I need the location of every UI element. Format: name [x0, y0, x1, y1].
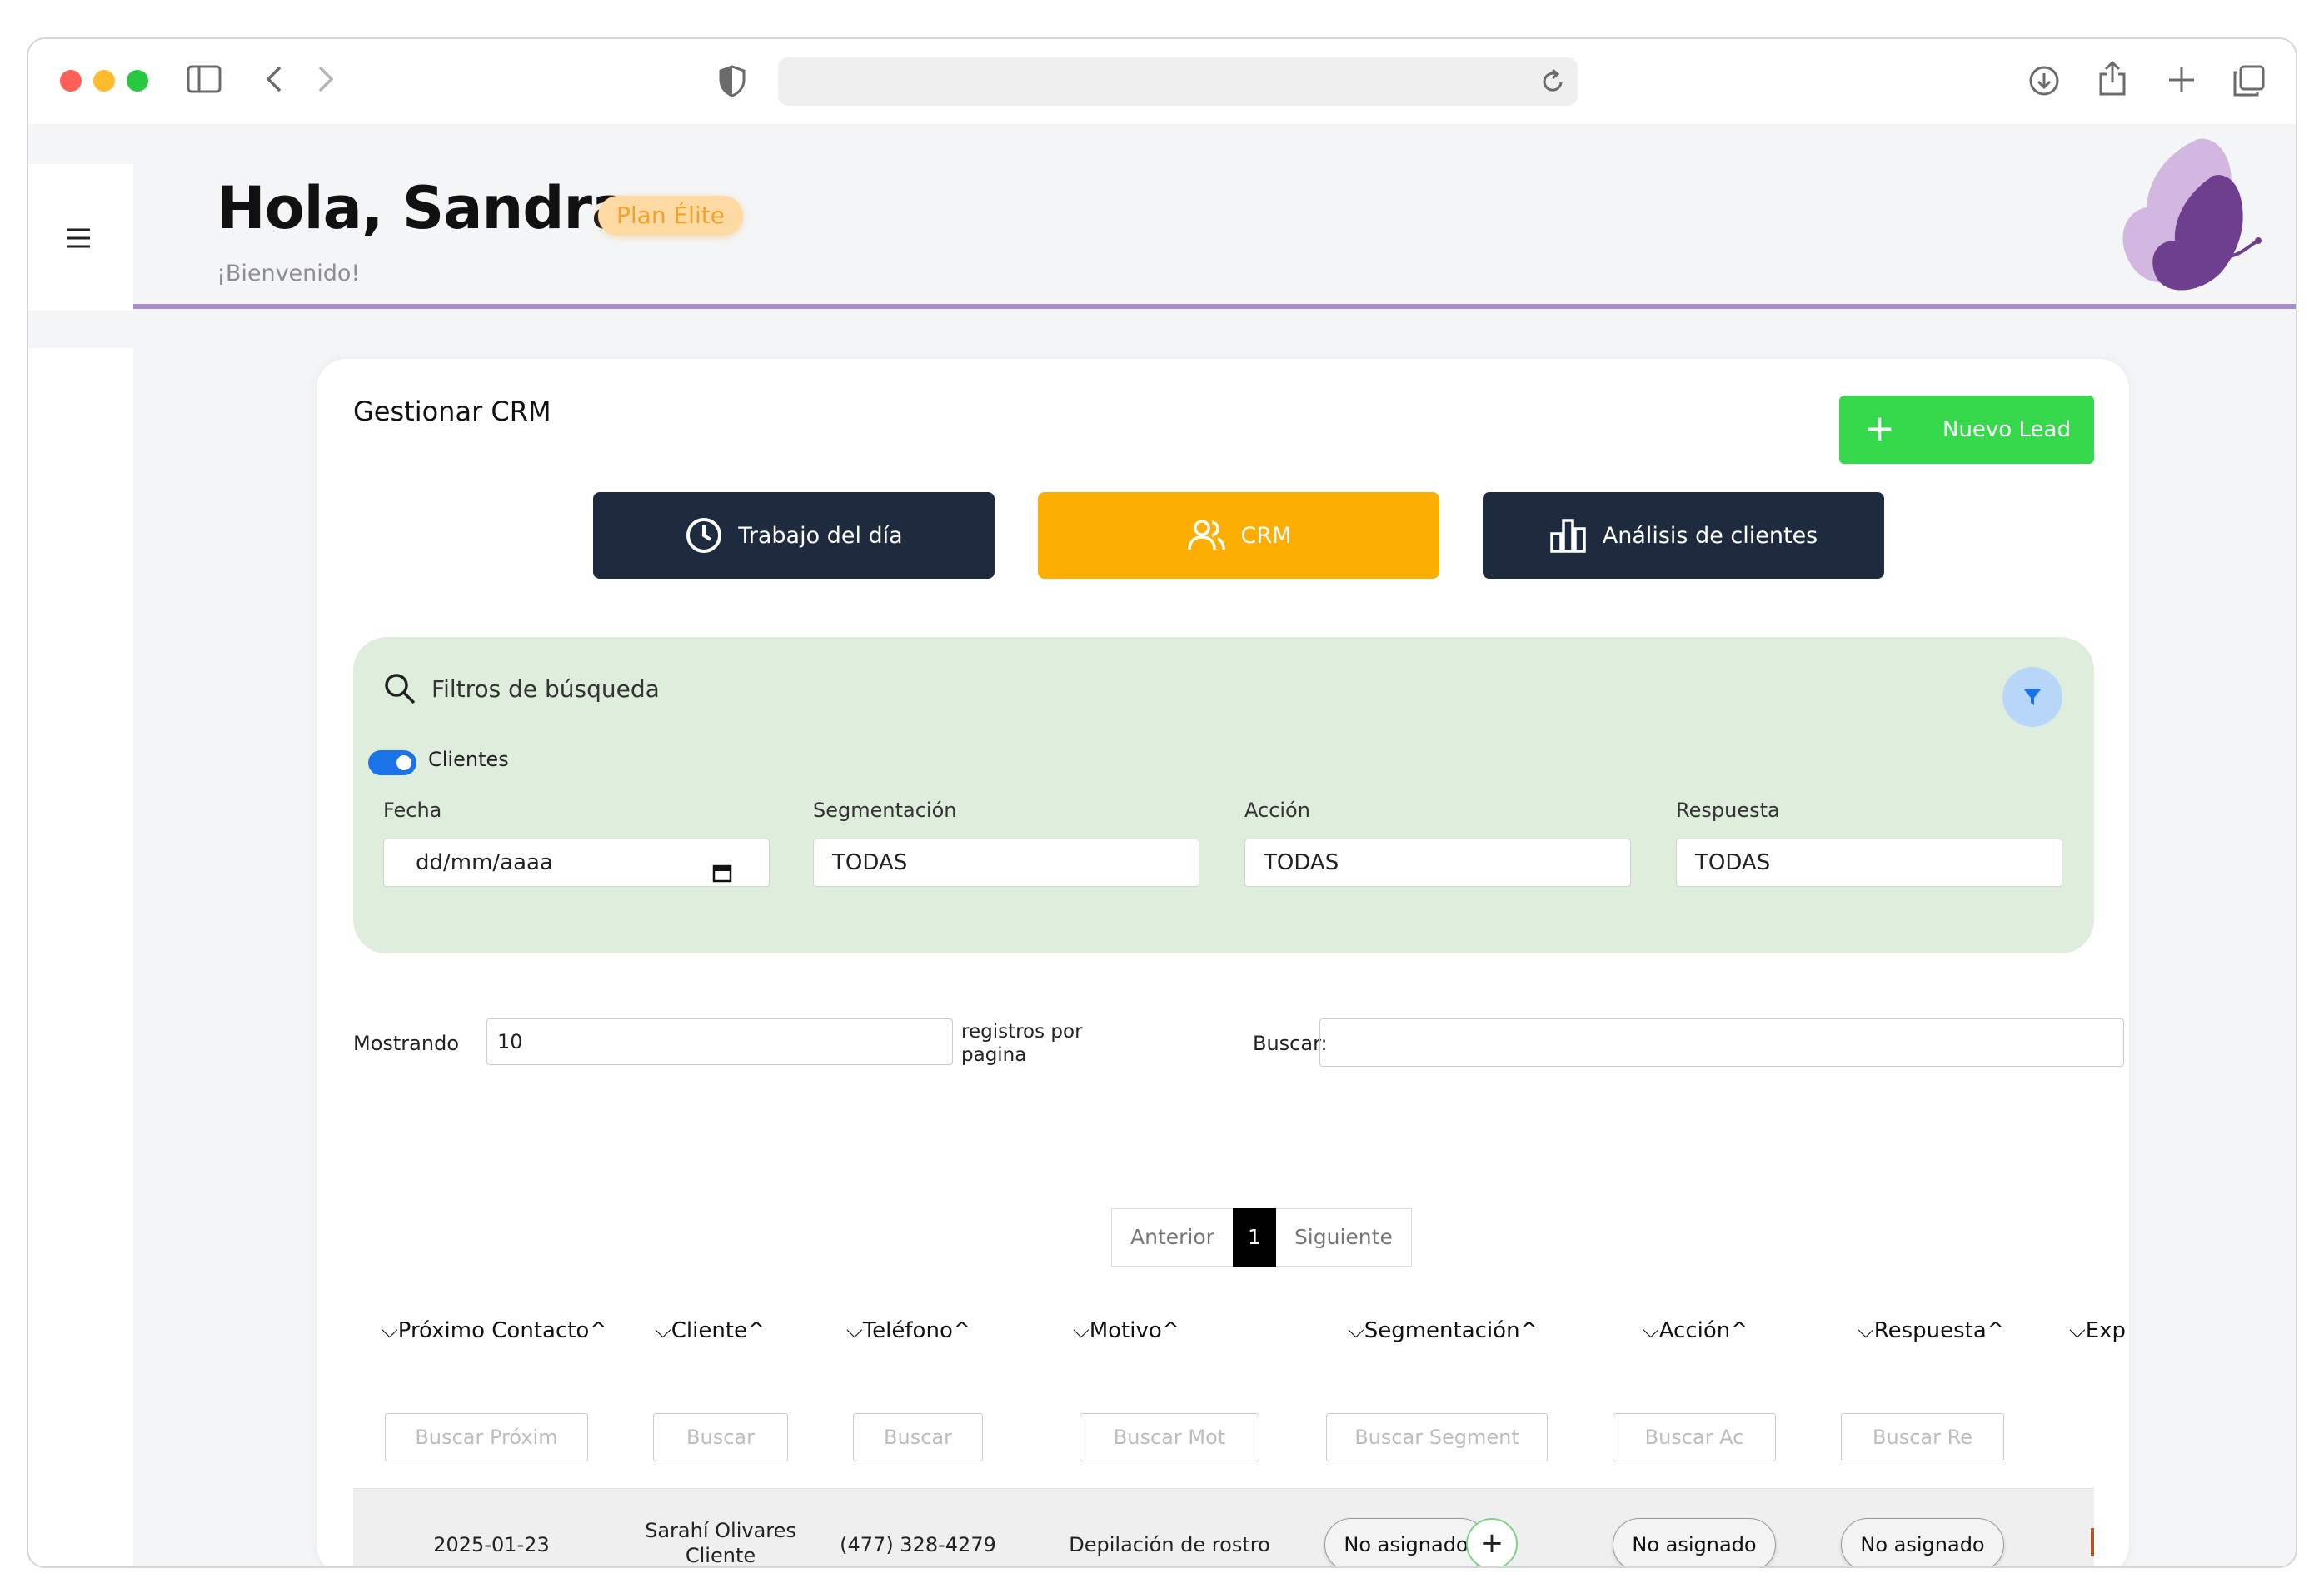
new-lead-button[interactable]: + Nuevo Lead — [1839, 396, 2094, 464]
search-telefono-input[interactable]: Buscar — [853, 1413, 983, 1461]
fecha-date-input[interactable]: dd/mm/aaaa — [383, 839, 770, 887]
tab-trabajo-del-dia[interactable]: Trabajo del día — [593, 492, 995, 579]
header-divider — [133, 304, 2296, 309]
column-header-proximo-contacto[interactable]: ⌵Próximo Contacto^ — [382, 1318, 607, 1344]
forward-icon[interactable] — [313, 62, 338, 96]
search-input[interactable] — [1319, 1018, 2124, 1067]
search-label: Buscar: — [1253, 1032, 1328, 1055]
search-motivo-input[interactable]: Buscar Mot — [1080, 1413, 1259, 1461]
search-proximo-contacto-input[interactable]: Buscar Próxim — [385, 1413, 588, 1461]
calendar-icon[interactable] — [712, 853, 732, 899]
cell-cliente[interactable]: Sarahí Olivares Cliente — [633, 1518, 808, 1567]
accion-select[interactable]: TODAS — [1244, 839, 1631, 887]
new-lead-label: Nuevo Lead — [1942, 417, 2071, 442]
column-header-motivo[interactable]: ⌵Motivo^ — [1073, 1318, 1180, 1344]
prev-page-button[interactable]: Anterior — [1112, 1209, 1233, 1266]
accion-pill-button[interactable]: No asignado — [1613, 1518, 1776, 1566]
clientes-toggle-label: Clientes — [428, 748, 509, 771]
plan-badge: Plan Élite — [598, 196, 743, 236]
respuesta-pill-button[interactable]: No asignado — [1841, 1518, 2004, 1566]
tabs-overview-icon[interactable] — [2232, 64, 2266, 97]
maximize-window-button[interactable] — [127, 70, 148, 92]
minimize-window-button[interactable] — [93, 70, 115, 92]
respuesta-select[interactable]: TODAS — [1676, 839, 2062, 887]
tab-label: Trabajo del día — [738, 522, 903, 549]
butterfly-logo-icon — [2115, 132, 2265, 302]
download-icon[interactable] — [2027, 64, 2061, 97]
users-icon — [1187, 520, 1225, 550]
shield-icon[interactable] — [718, 64, 746, 97]
fecha-label: Fecha — [383, 799, 442, 822]
per-page-label: registros por pagina — [961, 1021, 1083, 1066]
browser-window: Hola, Sandra Plan Élite ¡Bienvenido! Ges… — [27, 37, 2297, 1568]
search-cliente-input[interactable]: Buscar — [653, 1413, 788, 1461]
column-header-accion[interactable]: ⌵Acción^ — [1643, 1318, 1748, 1344]
back-icon[interactable] — [262, 62, 287, 96]
card-title: Gestionar CRM — [353, 396, 551, 427]
welcome-text: ¡Bienvenido! — [217, 261, 361, 286]
column-header-respuesta[interactable]: ⌵Respuesta^ — [1858, 1318, 2005, 1344]
address-bar[interactable] — [778, 57, 1578, 106]
column-header-exp[interactable]: ⌵Exp — [2069, 1318, 2126, 1344]
close-window-button[interactable] — [60, 70, 82, 92]
column-header-telefono[interactable]: ⌵Teléfono^ — [846, 1318, 971, 1344]
exp-cell-marker — [2091, 1528, 2094, 1556]
reload-icon[interactable] — [1539, 67, 1566, 96]
cliente-type: Cliente — [685, 1544, 756, 1567]
tab-label: CRM — [1240, 522, 1292, 549]
fecha-placeholder: dd/mm/aaaa — [416, 850, 553, 875]
search-filters-panel: Filtros de búsqueda Clientes Fecha Segme… — [353, 637, 2094, 953]
segmentacion-pill-button[interactable]: No asignado — [1324, 1518, 1488, 1566]
search-segmentacion-input[interactable]: Buscar Segment — [1326, 1413, 1548, 1461]
tab-crm[interactable]: CRM — [1038, 492, 1439, 579]
crm-card: Gestionar CRM + Nuevo Lead Trabajo del d… — [317, 359, 2129, 1567]
bar-chart-icon — [1549, 519, 1586, 553]
search-icon — [383, 672, 416, 709]
segmentacion-select[interactable]: TODAS — [813, 839, 1199, 887]
add-segmentacion-button[interactable]: + — [1466, 1518, 1518, 1566]
plus-icon: + — [1479, 1526, 1504, 1560]
clock-icon — [686, 518, 722, 553]
search-accion-input[interactable]: Buscar Ac — [1613, 1413, 1776, 1461]
column-header-segmentacion[interactable]: ⌵Segmentación^ — [1348, 1318, 1538, 1344]
plus-icon: + — [1864, 407, 1895, 450]
new-tab-icon[interactable] — [2166, 64, 2197, 96]
filter-funnel-button[interactable] — [2002, 667, 2062, 727]
sidebar-toggle-icon[interactable] — [187, 64, 222, 94]
cell-telefono: (477) 328-4279 — [840, 1533, 996, 1556]
page-title: Hola, Sandra — [217, 174, 631, 242]
funnel-icon — [2023, 689, 2042, 705]
next-page-button[interactable]: Siguiente — [1276, 1209, 1411, 1266]
clientes-toggle[interactable] — [368, 750, 416, 775]
tab-analisis-de-clientes[interactable]: Análisis de clientes — [1483, 492, 1884, 579]
showing-label: Mostrando — [353, 1032, 460, 1055]
respuesta-label: Respuesta — [1676, 799, 1780, 822]
share-icon[interactable] — [2097, 59, 2127, 97]
page-size-input[interactable]: 10 — [486, 1018, 953, 1065]
segmentacion-label: Segmentación — [813, 799, 957, 822]
accion-label: Acción — [1244, 799, 1310, 822]
search-respuesta-input[interactable]: Buscar Re — [1841, 1413, 2004, 1461]
filters-title: Filtros de búsqueda — [431, 675, 660, 703]
sidebar — [28, 164, 133, 1566]
browser-toolbar — [28, 39, 2296, 124]
cliente-name: Sarahí Olivares — [645, 1519, 796, 1542]
cell-motivo: Depilación de rostro — [1069, 1533, 1270, 1556]
tab-label: Análisis de clientes — [1602, 522, 1818, 549]
column-header-cliente[interactable]: ⌵Cliente^ — [655, 1318, 766, 1344]
hamburger-menu-icon[interactable] — [65, 226, 92, 253]
pagination: Anterior 1 Siguiente — [1111, 1208, 1412, 1267]
current-page-button[interactable]: 1 — [1232, 1208, 1276, 1267]
cell-proximo-contacto: 2025-01-23 — [433, 1533, 550, 1556]
